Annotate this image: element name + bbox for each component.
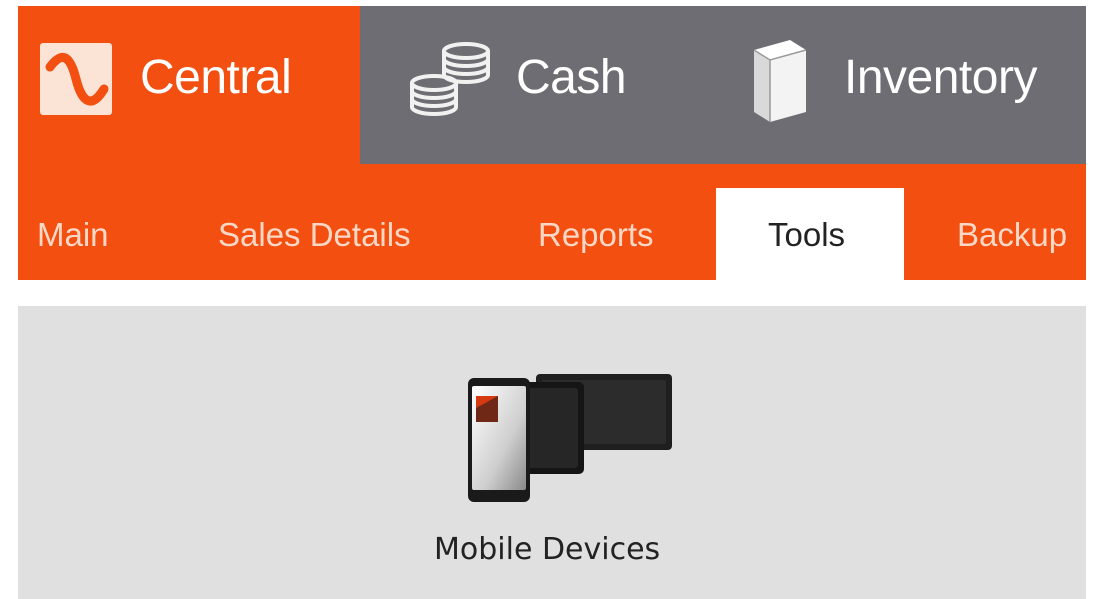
tab-tools-label: Tools — [768, 216, 846, 253]
central-logo-icon — [40, 43, 112, 120]
module-cash[interactable]: Cash — [360, 6, 674, 164]
module-central[interactable]: Central — [18, 6, 360, 164]
tools-panel: Mobile Devices — [18, 306, 1086, 599]
tool-mobile-devices-label: Mobile Devices — [434, 532, 661, 567]
tool-mobile-devices[interactable]: Mobile Devices — [418, 366, 708, 586]
tab-main-label: Main — [37, 216, 109, 253]
module-inventory-label: Inventory — [844, 51, 1037, 104]
module-cash-label: Cash — [516, 51, 627, 104]
subnav-divider — [18, 280, 1086, 306]
tab-reports-label: Reports — [538, 216, 654, 253]
subnav-bar: Main Sales Details Reports Tools Backup — [18, 164, 1086, 280]
tab-main[interactable]: Main — [18, 188, 158, 280]
tab-backup[interactable]: Backup — [948, 188, 1086, 280]
module-central-label: Central — [140, 51, 292, 104]
tab-reports[interactable]: Reports — [528, 188, 688, 280]
coins-stack-icon — [408, 39, 494, 126]
module-bar: Central Cash Inventory — [18, 6, 1086, 164]
tab-backup-label: Backup — [957, 216, 1068, 253]
app-window: Central Cash Inventory Main Sales Detail… — [18, 6, 1086, 599]
mobile-devices-icon — [450, 374, 676, 509]
tab-sales-details[interactable]: Sales Details — [208, 188, 458, 280]
module-inventory[interactable]: Inventory — [674, 6, 1086, 164]
box-icon — [744, 38, 814, 129]
tab-tools[interactable]: Tools — [716, 188, 904, 280]
tab-sales-details-label: Sales Details — [218, 216, 411, 253]
